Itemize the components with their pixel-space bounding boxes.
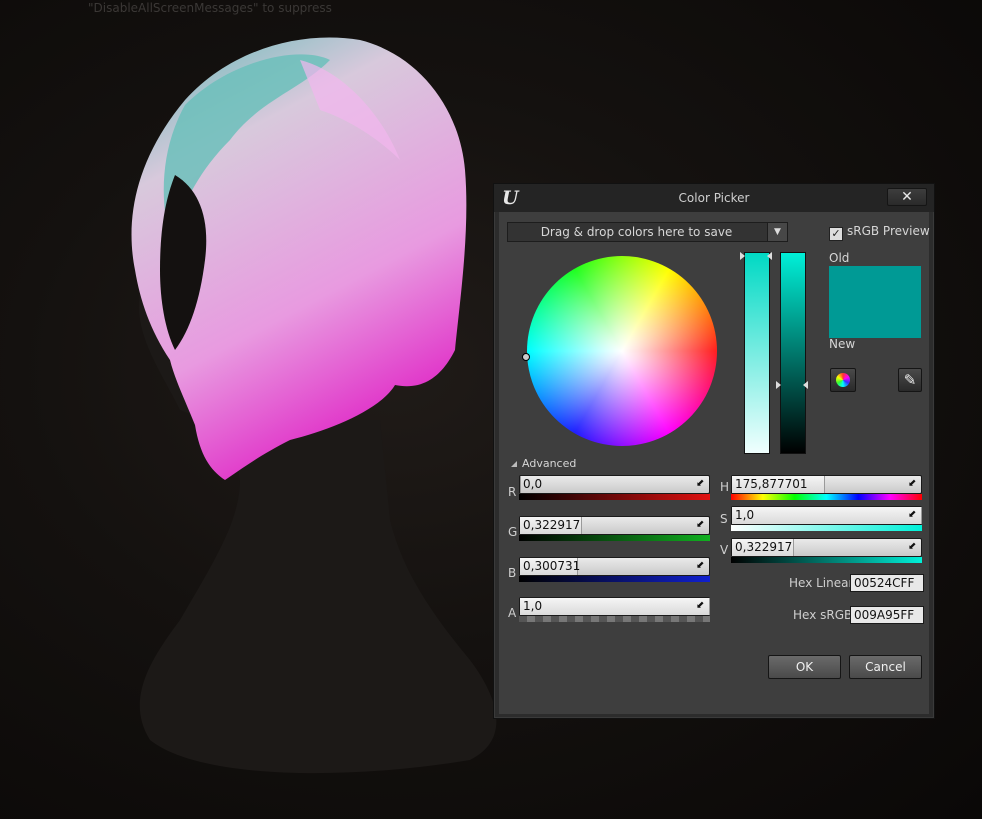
a-input[interactable]: 1,0 ⬋ <box>519 597 710 616</box>
saturation-slider-handle-right-icon[interactable] <box>767 252 772 260</box>
color-picker-window: U Color Picker ✕ Drag & drop colors here… <box>493 183 935 719</box>
h-input[interactable]: 175,877701 ⬋ <box>731 475 922 494</box>
window-title: Color Picker <box>678 191 750 205</box>
g-input[interactable]: 0,322917 ⬋ <box>519 516 710 535</box>
b-label: B <box>508 566 517 580</box>
r-input-fill <box>520 476 521 493</box>
advanced-label: Advanced <box>522 457 577 470</box>
color-wheel-mode-button[interactable] <box>830 368 856 392</box>
a-value: 1,0 <box>523 599 543 613</box>
resize-arrows-icon: ⬋ <box>696 560 705 571</box>
saturation-slider-handle-left-icon[interactable] <box>740 252 745 260</box>
ok-button[interactable]: OK <box>768 655 841 679</box>
hex-srgb-label: Hex sRGB <box>793 608 853 622</box>
h-value: 175,877701 <box>735 477 808 491</box>
b-gradient-track <box>519 576 710 582</box>
s-input[interactable]: 1,0 ⬋ <box>731 506 922 525</box>
resize-arrows-icon: ⬋ <box>908 478 917 489</box>
v-label: V <box>720 543 729 557</box>
old-color-label: Old <box>829 251 850 265</box>
v-input[interactable]: 0,322917 ⬋ <box>731 538 922 557</box>
s-label: S <box>720 512 728 526</box>
close-button[interactable]: ✕ <box>887 188 927 206</box>
s-value: 1,0 <box>735 508 755 522</box>
color-wheel[interactable] <box>527 256 717 446</box>
chevron-down-icon[interactable]: ▼ <box>767 223 787 241</box>
resize-arrows-icon: ⬋ <box>696 519 705 530</box>
r-gradient-track <box>519 494 710 500</box>
hex-linear-label: Hex Linear <box>789 576 854 590</box>
h-gradient-track <box>731 494 922 500</box>
resize-arrows-icon: ⬋ <box>696 600 705 611</box>
resize-arrows-icon: ⬋ <box>908 509 917 520</box>
advanced-section-toggle[interactable]: Advanced <box>511 457 576 470</box>
resize-arrows-icon: ⬋ <box>908 541 917 552</box>
new-color-swatch <box>829 302 921 338</box>
cancel-button[interactable]: Cancel <box>849 655 922 679</box>
r-label: R <box>508 485 517 499</box>
value-slider[interactable] <box>780 252 806 454</box>
saved-colors-dropzone[interactable]: Drag & drop colors here to save ▼ <box>507 222 788 242</box>
collapse-arrow-icon <box>511 461 517 467</box>
screen-message: "DisableAllScreenMessages" to suppress <box>88 1 332 15</box>
s-gradient-track <box>731 525 922 531</box>
g-value: 0,322917 <box>523 518 581 532</box>
hex-srgb-input[interactable]: 009A95FF <box>850 606 924 624</box>
srgb-preview-toggle[interactable]: ✓ sRGB Preview <box>829 224 930 241</box>
s-input-fill <box>732 507 922 524</box>
b-value: 0,300731 <box>523 559 581 573</box>
saturation-slider[interactable] <box>744 252 770 454</box>
r-input[interactable]: 0,0 ⬋ <box>519 475 710 494</box>
a-checker-track <box>519 616 710 622</box>
r-value: 0,0 <box>523 477 543 491</box>
value-slider-handle-left-icon[interactable] <box>776 381 781 389</box>
hex-linear-input[interactable]: 00524CFF <box>850 574 924 592</box>
color-wheel-icon <box>836 373 850 387</box>
old-color-swatch <box>829 266 921 302</box>
eyedropper-button[interactable]: ✎ <box>898 368 922 392</box>
dropzone-label: Drag & drop colors here to save <box>540 225 733 239</box>
title-bar[interactable]: U Color Picker ✕ <box>494 184 934 212</box>
picker-body: Drag & drop colors here to save ▼ ✓ sRGB … <box>499 212 930 714</box>
resize-arrows-icon: ⬋ <box>696 478 705 489</box>
srgb-preview-checkbox[interactable]: ✓ <box>829 227 843 241</box>
v-value: 0,322917 <box>735 540 793 554</box>
color-wheel-cursor[interactable] <box>522 353 530 361</box>
g-gradient-track <box>519 535 710 541</box>
g-label: G <box>508 525 518 539</box>
a-input-fill <box>520 598 710 615</box>
h-label: H <box>720 480 730 494</box>
a-label: A <box>508 606 517 620</box>
srgb-preview-label: sRGB Preview <box>847 224 930 238</box>
b-input[interactable]: 0,300731 ⬋ <box>519 557 710 576</box>
eyedropper-icon: ✎ <box>903 371 917 389</box>
v-gradient-track <box>731 557 922 563</box>
value-slider-handle-right-icon[interactable] <box>803 381 808 389</box>
new-color-label: New <box>829 337 856 351</box>
